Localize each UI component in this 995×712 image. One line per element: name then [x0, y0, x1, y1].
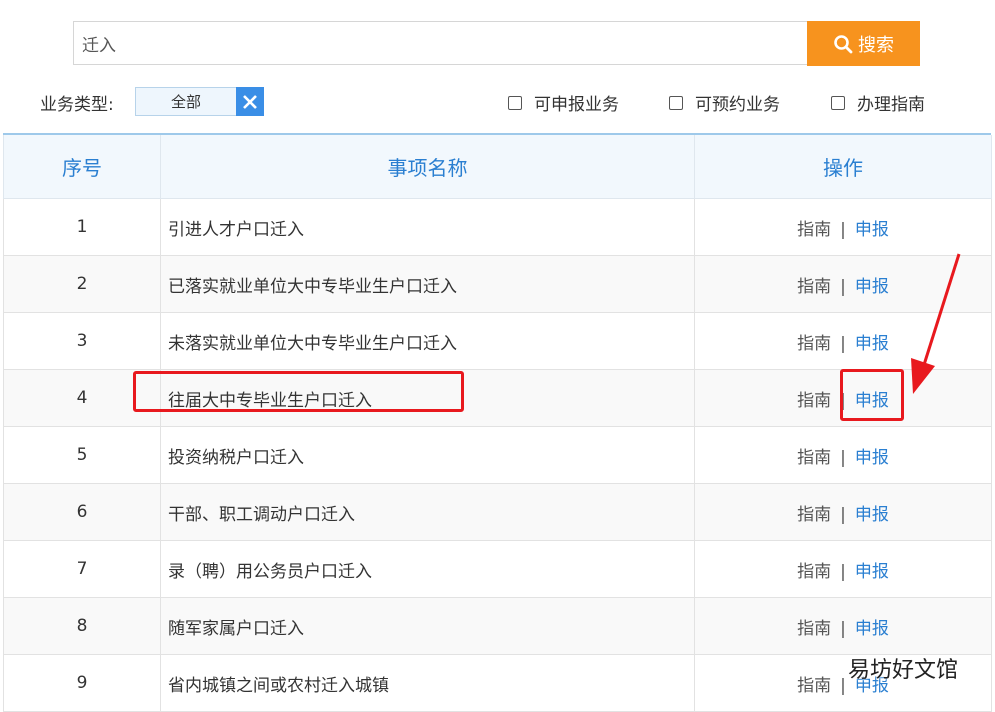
row-number: 9 — [3, 654, 161, 712]
checkbox-declarable[interactable]: 可申报业务 — [508, 90, 619, 115]
table-row: 5 投资纳税户口迁入 指南 | 申报 — [3, 426, 992, 484]
action-separator: | — [840, 618, 846, 639]
row-number: 6 — [3, 483, 161, 541]
header-number: 序号 — [3, 135, 161, 199]
guide-link[interactable]: 指南 — [797, 676, 831, 696]
watermark: 易坊好文馆 — [848, 658, 959, 683]
guide-link[interactable]: 指南 — [797, 562, 831, 582]
row-actions: 指南 | 申报 — [694, 483, 992, 541]
close-icon — [243, 94, 257, 109]
results-table: 序号 事项名称 操作 1 引进人才户口迁入 指南 | 申报 2 已落实就业单位大中专毕业生户… — [3, 135, 992, 712]
action-separator: | — [840, 333, 846, 354]
apply-link[interactable]: 申报 — [855, 334, 889, 354]
checkbox-icon[interactable] — [669, 95, 683, 110]
table-row: 3 未落实就业单位大中专毕业生户口迁入 指南 | 申报 — [3, 312, 992, 370]
apply-link[interactable]: 申报 — [855, 562, 889, 582]
row-item-name: 已落实就业单位大中专毕业生户口迁入 — [160, 255, 695, 313]
results-table-wrapper: 序号 事项名称 操作 1 引进人才户口迁入 指南 | 申报 2 已落实就业单位大中专毕业生户… — [3, 133, 992, 712]
action-separator: | — [840, 675, 846, 696]
action-separator: | — [840, 504, 846, 525]
apply-link[interactable]: 申报 — [855, 505, 889, 525]
table-header-row: 序号 事项名称 操作 — [3, 135, 992, 199]
row-item-name: 省内城镇之间或农村迁入城镇 — [160, 654, 695, 712]
header-item-name: 事项名称 — [160, 135, 695, 199]
arrow-annotation-icon — [911, 253, 961, 394]
row-actions: 指南 | 申报 — [694, 597, 992, 655]
table-row: 9 省内城镇之间或农村迁入城镇 指南 | 申报 — [3, 654, 992, 712]
table-row: 7 录（聘）用公务员户口迁入 指南 | 申报 — [3, 540, 992, 598]
row-item-name: 投资纳税户口迁入 — [160, 426, 695, 484]
guide-link[interactable]: 指南 — [797, 391, 831, 411]
checkbox-bookable[interactable]: 可预约业务 — [669, 90, 780, 115]
row-number: 2 — [3, 255, 161, 313]
row-number: 3 — [3, 312, 161, 370]
action-separator: | — [840, 219, 846, 240]
action-separator: | — [840, 447, 846, 468]
row-item-name: 干部、职工调动户口迁入 — [160, 483, 695, 541]
guide-link[interactable]: 指南 — [797, 220, 831, 240]
table-row: 1 引进人才户口迁入 指南 | 申报 — [3, 198, 992, 256]
checkbox-icon[interactable] — [508, 95, 522, 110]
search-icon — [834, 34, 853, 53]
business-type-label: 业务类型: — [40, 95, 114, 115]
row-actions: 指南 | 申报 — [694, 198, 992, 256]
highlight-apply-box — [840, 369, 904, 421]
header-actions: 操作 — [694, 135, 992, 199]
row-number: 1 — [3, 198, 161, 256]
row-item-name: 引进人才户口迁入 — [160, 198, 695, 256]
row-actions: 指南 | 申报 — [694, 540, 992, 598]
table-row: 6 干部、职工调动户口迁入 指南 | 申报 — [3, 483, 992, 541]
checkbox-label: 可预约业务 — [695, 95, 780, 115]
apply-link[interactable]: 申报 — [855, 448, 889, 468]
row-item-name: 录（聘）用公务员户口迁入 — [160, 540, 695, 598]
checkbox-label: 办理指南 — [857, 95, 925, 115]
table-row: 2 已落实就业单位大中专毕业生户口迁入 指南 | 申报 — [3, 255, 992, 313]
guide-link[interactable]: 指南 — [797, 619, 831, 639]
row-item-name: 随军家属户口迁入 — [160, 597, 695, 655]
row-number: 8 — [3, 597, 161, 655]
business-type-select[interactable]: 全部 — [135, 87, 237, 116]
guide-link[interactable]: 指南 — [797, 505, 831, 525]
search-button[interactable]: 搜索 — [807, 21, 920, 66]
action-separator: | — [840, 561, 846, 582]
apply-link[interactable]: 申报 — [855, 277, 889, 297]
search-button-label: 搜索 — [858, 34, 894, 56]
table-row: 8 随军家属户口迁入 指南 | 申报 — [3, 597, 992, 655]
guide-link[interactable]: 指南 — [797, 448, 831, 468]
action-separator: | — [840, 276, 846, 297]
guide-link[interactable]: 指南 — [797, 277, 831, 297]
row-item-name: 未落实就业单位大中专毕业生户口迁入 — [160, 312, 695, 370]
clear-type-button[interactable] — [236, 87, 264, 116]
row-number: 5 — [3, 426, 161, 484]
search-input[interactable] — [74, 22, 807, 64]
row-number: 7 — [3, 540, 161, 598]
checkbox-guide[interactable]: 办理指南 — [831, 90, 925, 115]
checkbox-icon[interactable] — [831, 95, 845, 110]
guide-link[interactable]: 指南 — [797, 334, 831, 354]
business-type-value: 全部 — [170, 93, 201, 111]
highlight-row-name-box — [133, 371, 464, 412]
checkbox-label: 可申报业务 — [534, 95, 619, 115]
apply-link[interactable]: 申报 — [855, 220, 889, 240]
apply-link[interactable]: 申报 — [855, 619, 889, 639]
search-box — [73, 21, 807, 65]
table-body: 1 引进人才户口迁入 指南 | 申报 2 已落实就业单位大中专毕业生户口迁入 指南 | 申报 3 未落… — [3, 198, 992, 712]
row-actions: 指南 | 申报 — [694, 426, 992, 484]
